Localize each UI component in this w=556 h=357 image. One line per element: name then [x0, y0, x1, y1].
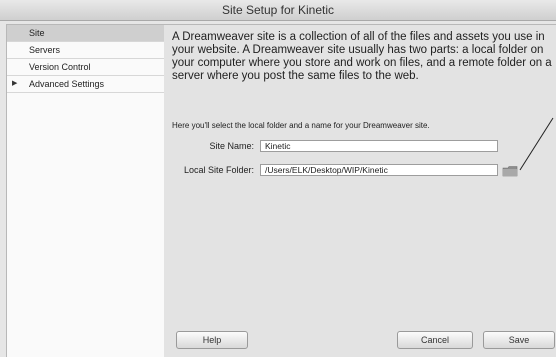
folder-icon[interactable]: [502, 165, 518, 177]
local-site-folder-label: Local Site Folder:: [183, 165, 254, 175]
cancel-button[interactable]: Cancel: [397, 331, 473, 349]
local-site-folder-input[interactable]: [260, 164, 498, 176]
sidebar-item-label: Advanced Settings: [29, 79, 105, 89]
category-sidebar: Site Servers Version Control ▶ Advanced …: [6, 24, 166, 357]
sidebar-item-version-control[interactable]: Version Control: [7, 59, 165, 76]
help-button[interactable]: Help: [176, 331, 248, 349]
hint-text: Here you'll select the local folder and …: [172, 121, 430, 130]
intro-text: A Dreamweaver site is a collection of al…: [172, 31, 552, 82]
disclosure-triangle-icon[interactable]: ▶: [12, 76, 17, 92]
site-setup-dialog: Site Setup for Kinetic Site Servers Vers…: [0, 0, 556, 357]
site-panel: A Dreamweaver site is a collection of al…: [164, 24, 556, 357]
sidebar-item-label: Site: [29, 28, 45, 38]
save-button[interactable]: Save: [483, 331, 555, 349]
sidebar-item-site[interactable]: Site: [7, 25, 165, 42]
sidebar-item-servers[interactable]: Servers: [7, 42, 165, 59]
sidebar-item-label: Servers: [29, 45, 61, 55]
site-name-input[interactable]: [260, 140, 498, 152]
window-title: Site Setup for Kinetic: [0, 0, 556, 21]
sidebar-item-advanced-settings[interactable]: ▶ Advanced Settings: [7, 76, 165, 93]
site-name-label: Site Name:: [209, 141, 254, 151]
sidebar-item-label: Version Control: [29, 62, 91, 72]
